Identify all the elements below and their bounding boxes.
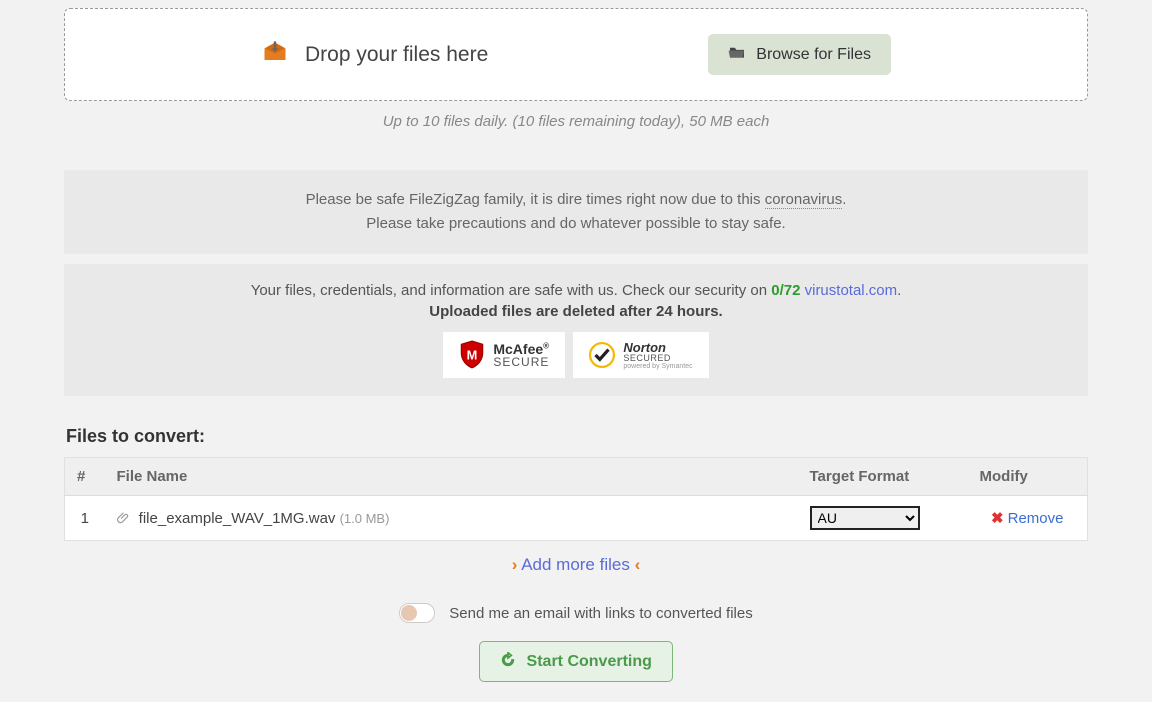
col-header-num: #: [65, 458, 105, 496]
shield-icon: M: [459, 340, 485, 370]
virustotal-link[interactable]: virustotal.com: [805, 282, 898, 299]
email-toggle[interactable]: [399, 603, 435, 623]
start-button-label: Start Converting: [527, 653, 652, 670]
delete-24h-text: Uploaded files are deleted after 24 hour…: [84, 303, 1068, 320]
row-filesize: (1.0 MB): [340, 511, 390, 526]
dropzone[interactable]: Drop your files here Browse for Files: [64, 8, 1088, 101]
notice-line2: Please take precautions and do whatever …: [366, 215, 785, 232]
mcafee-badge: M McAfee® SECURE: [443, 332, 565, 378]
norton-badge: Norton SECURED powered by Symantec: [573, 332, 708, 378]
table-row: 1 file_example_WAV_1MG.wav (1.0 MB) AU ✖…: [65, 496, 1088, 541]
drop-label-group: Drop your files here: [261, 39, 488, 71]
checkmark-circle-icon: [589, 342, 615, 368]
add-more-label: Add more files: [521, 555, 630, 574]
col-header-name: File Name: [105, 458, 798, 496]
email-toggle-label: Send me an email with links to converted…: [449, 605, 752, 622]
security-notice: Your files, credentials, and information…: [64, 264, 1088, 396]
files-section-title: Files to convert:: [66, 426, 1088, 447]
refresh-icon: [500, 653, 520, 670]
add-more-files-link[interactable]: › Add more files ‹: [64, 555, 1088, 575]
upload-limits-text: Up to 10 files daily. (10 files remainin…: [64, 113, 1088, 130]
virustotal-score: 0/72: [771, 282, 800, 299]
security-text-pre: Your files, credentials, and information…: [251, 282, 772, 299]
start-converting-button[interactable]: Start Converting: [479, 641, 673, 682]
mcafee-secure-text: SECURE: [493, 356, 549, 368]
row-num: 1: [65, 496, 105, 541]
norton-secured-text: SECURED: [623, 354, 692, 363]
drop-text: Drop your files here: [305, 43, 488, 67]
notice-text-pre: Please be safe FileZigZag family, it is …: [306, 191, 765, 208]
x-icon: ✖: [991, 510, 1004, 527]
format-select[interactable]: AU: [810, 506, 920, 530]
chevron-left-icon: ‹: [635, 555, 641, 574]
chevron-right-icon: ›: [512, 555, 518, 574]
norton-symantec-text: powered by Symantec: [623, 363, 692, 370]
col-header-target: Target Format: [798, 458, 968, 496]
notice-text-post: .: [842, 191, 846, 208]
col-header-modify: Modify: [968, 458, 1088, 496]
row-filename-cell: file_example_WAV_1MG.wav (1.0 MB): [105, 496, 798, 541]
coronavirus-link[interactable]: coronavirus: [765, 191, 843, 209]
svg-text:M: M: [467, 347, 478, 362]
row-filename: file_example_WAV_1MG.wav: [139, 510, 336, 527]
inbox-icon: [261, 39, 289, 71]
remove-label: Remove: [1008, 510, 1064, 527]
norton-text: Norton: [623, 341, 692, 354]
security-text-post: .: [897, 282, 901, 299]
folder-icon: [728, 45, 746, 64]
browse-button-label: Browse for Files: [756, 46, 871, 64]
browse-button[interactable]: Browse for Files: [708, 34, 891, 75]
safety-notice: Please be safe FileZigZag family, it is …: [64, 170, 1088, 254]
remove-link[interactable]: ✖Remove: [991, 510, 1063, 527]
paperclip-icon: [117, 510, 135, 527]
files-table: # File Name Target Format Modify 1 file_…: [64, 457, 1088, 541]
